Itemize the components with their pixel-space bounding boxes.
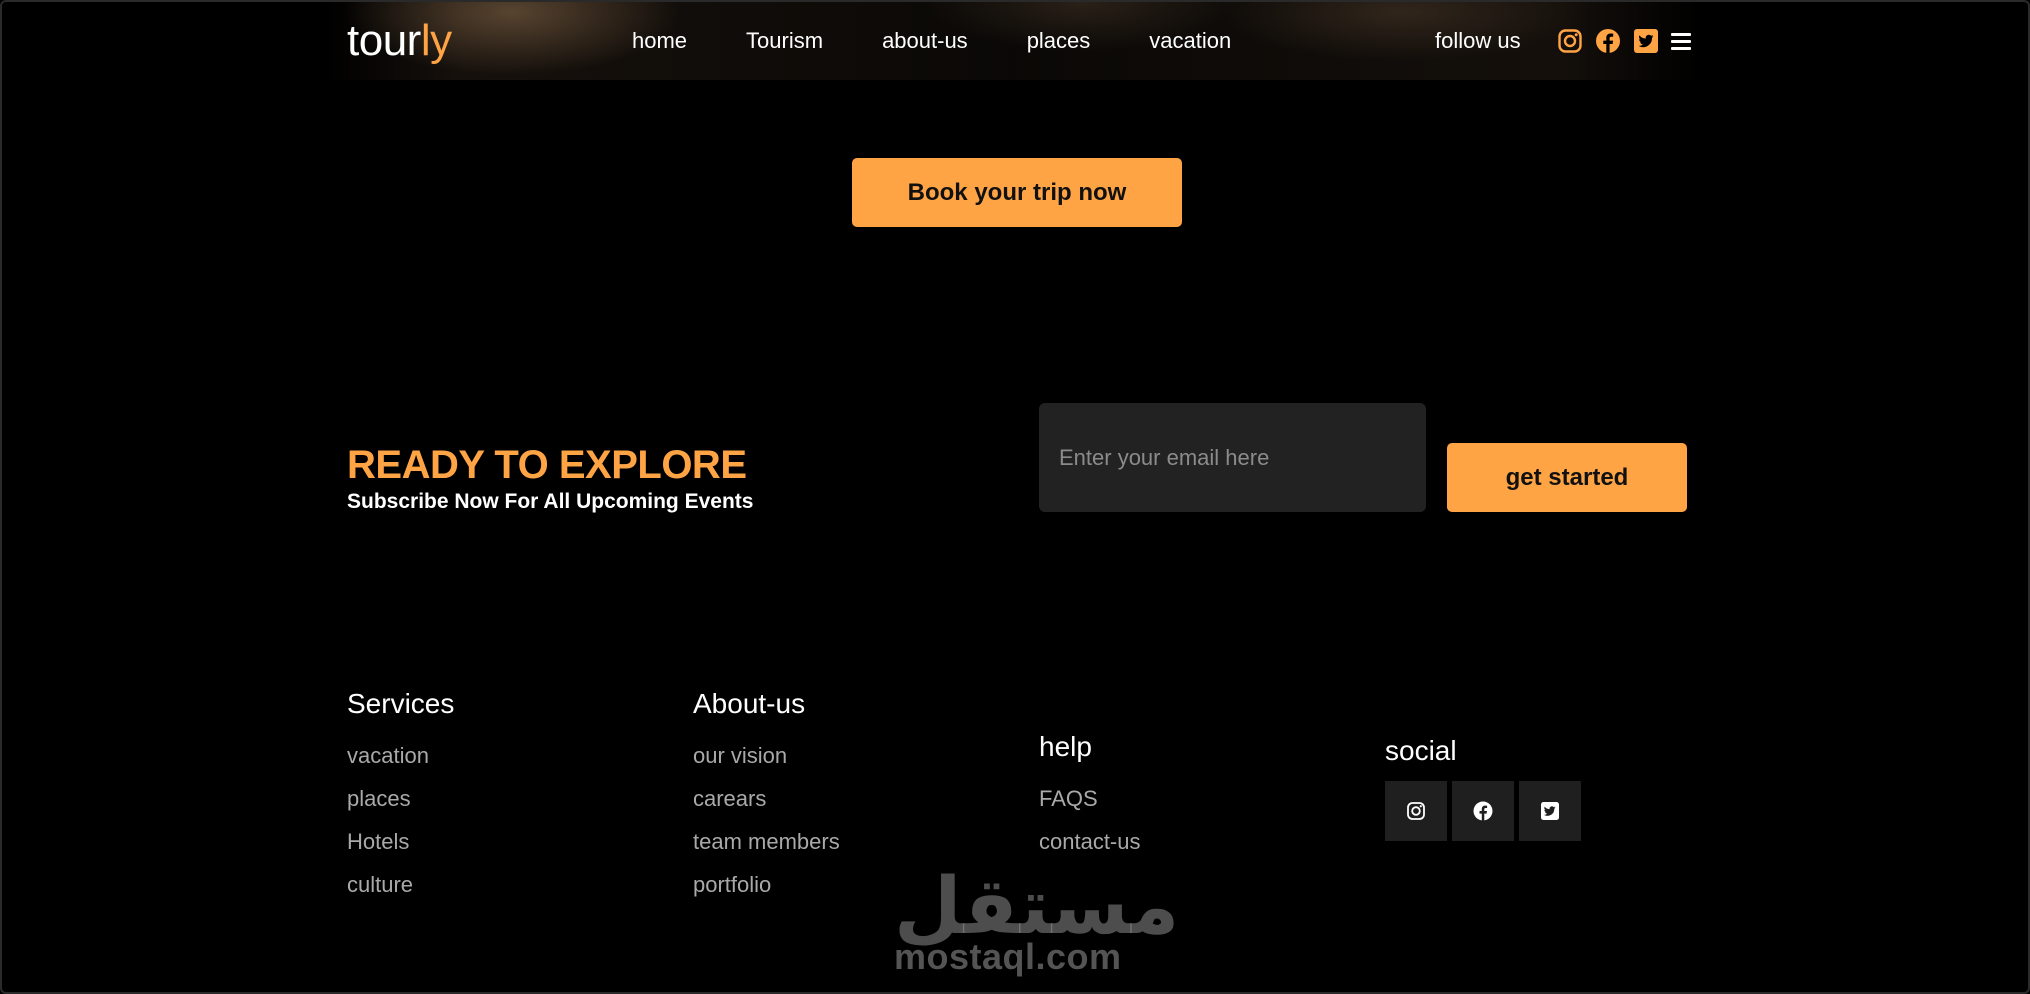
follow-us-label: follow us: [1435, 28, 1521, 53]
menu-icon[interactable]: [1671, 28, 1691, 54]
twitter-icon: [1541, 802, 1559, 820]
logo-accent: ly: [420, 16, 452, 65]
footer-services: Services vacation places Hotels culture: [347, 688, 455, 897]
about-link-careers[interactable]: carears: [693, 786, 766, 812]
menu-line: [1671, 39, 1691, 43]
services-link-culture[interactable]: culture: [347, 872, 413, 898]
nav-home[interactable]: home: [632, 28, 687, 54]
footer-about: About-us our vision carears team members…: [693, 688, 840, 897]
main-nav: home Tourism about-us places vacation: [632, 28, 1290, 54]
header-social-icons: [1557, 28, 1691, 54]
services-link-vacation[interactable]: vacation: [347, 743, 429, 769]
social-facebook-button[interactable]: [1452, 781, 1514, 841]
about-link-team-members[interactable]: team members: [693, 829, 840, 855]
help-link-contact-us[interactable]: contact-us: [1039, 829, 1141, 855]
watermark-arabic: مستقل: [894, 862, 1180, 952]
about-link-our-vision[interactable]: our vision: [693, 743, 787, 769]
social-buttons: [1385, 781, 1581, 841]
social-twitter-button[interactable]: [1519, 781, 1581, 841]
get-started-button[interactable]: get started: [1447, 443, 1687, 512]
menu-line: [1671, 32, 1691, 36]
ready-title: READY TO EXPLORE: [347, 443, 747, 487]
social-instagram-button[interactable]: [1385, 781, 1447, 841]
twitter-icon[interactable]: [1633, 28, 1659, 54]
facebook-icon[interactable]: [1595, 28, 1621, 54]
nav-tourism[interactable]: Tourism: [746, 28, 823, 54]
watermark-latin: mostaql.com: [894, 936, 1122, 977]
menu-line: [1671, 46, 1691, 50]
page-frame: tourly home Tourism about-us places vaca…: [0, 0, 2030, 994]
services-link-places[interactable]: places: [347, 786, 411, 812]
instagram-icon[interactable]: [1557, 28, 1583, 54]
email-input[interactable]: [1039, 403, 1426, 512]
ready-subtitle: Subscribe Now For All Upcoming Events: [347, 490, 754, 513]
logo[interactable]: tourly: [347, 16, 452, 66]
logo-main: tour: [347, 16, 421, 65]
nav-about-us[interactable]: about-us: [882, 28, 968, 54]
services-title: Services: [347, 688, 455, 719]
about-link-portfolio[interactable]: portfolio: [693, 872, 771, 898]
instagram-icon: [1407, 802, 1425, 820]
social-title: social: [1385, 735, 1457, 766]
book-trip-button[interactable]: Book your trip now: [852, 158, 1182, 227]
nav-places[interactable]: places: [1027, 28, 1091, 54]
help-link-faqs[interactable]: FAQS: [1039, 786, 1098, 812]
help-title: help: [1039, 731, 1092, 762]
services-link-hotels[interactable]: Hotels: [347, 829, 409, 855]
about-title: About-us: [693, 688, 806, 719]
nav-vacation[interactable]: vacation: [1149, 28, 1231, 54]
facebook-icon: [1473, 801, 1493, 821]
footer-help: help FAQS contact-us: [1039, 731, 1141, 854]
footer-social: social: [1385, 735, 1581, 841]
